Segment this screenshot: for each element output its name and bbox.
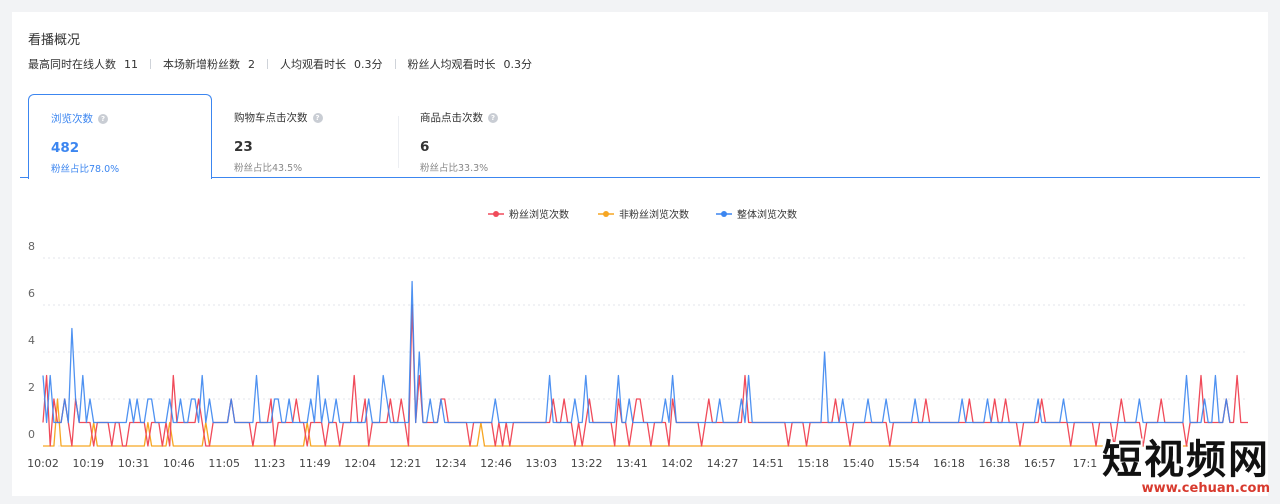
legend-label: 整体浏览次数: [737, 208, 797, 221]
legend-label: 粉丝浏览次数: [509, 208, 569, 221]
y-tick-label: 4: [28, 334, 35, 347]
x-tick-label: 15:54: [888, 457, 920, 470]
x-tick-label: 10:31: [118, 457, 150, 470]
legend-label: 非粉丝浏览次数: [619, 208, 689, 221]
x-tick-label: 15:18: [797, 457, 829, 470]
x-tick-label: 14:02: [661, 457, 693, 470]
series-line-0: [42, 304, 1248, 447]
y-tick-label: 2: [28, 381, 35, 394]
legend-marker-dot: [603, 211, 609, 217]
x-tick-label: 13:03: [525, 457, 557, 470]
x-tick-label: 11:49: [299, 457, 331, 470]
watermark-logo-text: 短视频网: [1102, 437, 1270, 483]
x-tick-label: 16:38: [978, 457, 1010, 470]
legend-marker-dot: [493, 211, 499, 217]
x-tick-label: 14:27: [707, 457, 739, 470]
x-tick-label: 11:23: [254, 457, 286, 470]
y-tick-label: 6: [28, 287, 35, 300]
x-tick-label: 15:40: [843, 457, 875, 470]
legend-marker-dot: [721, 211, 727, 217]
watermark-url: www.cehuan.com: [1141, 481, 1270, 496]
x-tick-label: 13:22: [571, 457, 603, 470]
views-line-chart: 0 2 4 6 8 10:02 10:19 10:31 10:46 11:05 11:23 11:49…: [27, 208, 1248, 470]
x-tick-label: 10:19: [72, 457, 104, 470]
x-tick-label: 12:46: [480, 457, 512, 470]
x-tick-label: 16:57: [1024, 457, 1056, 470]
x-tick-label: 12:34: [435, 457, 467, 470]
y-tick-label: 0: [28, 428, 35, 441]
x-tick-label: 11:05: [208, 457, 240, 470]
x-tick-label: 16:18: [933, 457, 965, 470]
watermark: 短视频网 www.cehuan.com: [1102, 440, 1270, 496]
x-tick-label: 12:21: [390, 457, 422, 470]
x-tick-label: 10:46: [163, 457, 195, 470]
y-tick-label: 8: [28, 240, 35, 253]
x-tick-label: 17:1: [1073, 457, 1098, 470]
x-tick-label: 10:02: [27, 457, 59, 470]
x-tick-label: 14:51: [752, 457, 784, 470]
x-tick-label: 13:41: [616, 457, 648, 470]
x-tick-label: 12:04: [344, 457, 376, 470]
